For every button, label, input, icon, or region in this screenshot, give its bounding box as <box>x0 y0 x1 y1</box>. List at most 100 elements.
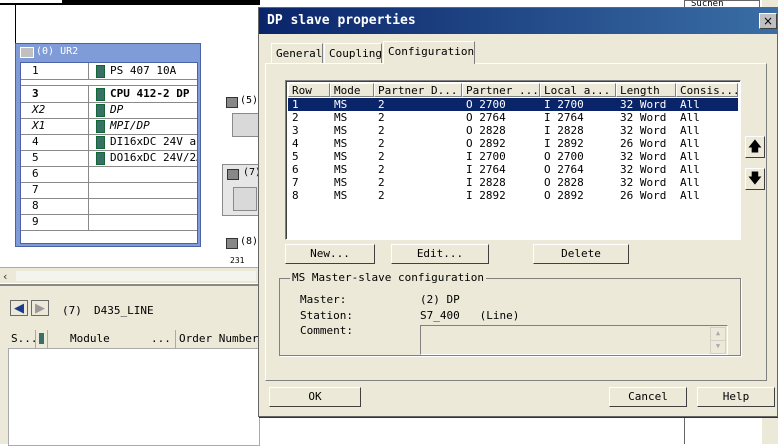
table-row[interactable]: 2 MS 2 O 2764 I 2764 32 Word All <box>288 111 738 124</box>
station-sublabel: 231 <box>230 256 245 265</box>
arrow-left-icon[interactable]: ◀ <box>10 300 28 316</box>
column-length[interactable]: Length <box>616 83 676 97</box>
rack-title: (0) UR2 <box>16 44 200 60</box>
cell-partner-addr: O 2828 <box>466 124 506 137</box>
column-order-number[interactable]: Order Number <box>176 330 260 348</box>
spin-up-icon[interactable]: ▲ <box>710 327 726 341</box>
detail-list[interactable] <box>8 348 260 446</box>
cell-local-addr: I 2828 <box>544 124 584 137</box>
cancel-button[interactable]: Cancel <box>609 387 687 407</box>
comment-field[interactable]: ▲ ▼ <box>420 325 728 355</box>
module-label: DO16xDC 24V/2A <box>110 151 197 164</box>
cell-consistency: All <box>680 163 700 176</box>
cell-local-addr: O 2700 <box>544 150 584 163</box>
edit-button[interactable]: Edit... <box>391 244 489 264</box>
help-button-label: Help <box>722 390 750 403</box>
detail-nav-bar: ◀ ▶ (7) D435_LINE <box>0 296 260 320</box>
slot-number: 7 <box>21 182 89 198</box>
station-device <box>233 187 257 211</box>
cell-length: 32 Word <box>620 124 667 137</box>
ok-button[interactable]: OK <box>269 387 361 407</box>
cell-length: 32 Word <box>620 98 667 111</box>
rack-slot-row[interactable]: 4 DI16xDC 24V al <box>21 134 197 151</box>
configuration-table[interactable]: Row Mode Partner D... Partner ... Local … <box>285 80 741 240</box>
column-partner-dp[interactable]: Partner D... <box>374 83 462 97</box>
module-name: PS 407 10A <box>90 63 197 79</box>
column-local-addr[interactable]: Local a... <box>540 83 616 97</box>
cell-mode: MS <box>334 150 348 163</box>
arrow-up-icon[interactable]: 🡅 <box>745 136 765 158</box>
column-partner-addr[interactable]: Partner ... <box>462 83 540 97</box>
spin-down-icon[interactable]: ▼ <box>710 340 726 354</box>
station-icon <box>227 169 239 180</box>
station-7[interactable]: (7) <box>222 164 261 216</box>
rack-slot-row[interactable]: 1 PS 407 10A <box>21 63 197 80</box>
table-row[interactable]: 7 MS 2 I 2828 O 2828 32 Word All <box>288 176 738 189</box>
column-slot[interactable]: S... <box>8 330 38 348</box>
cell-partner-addr: O 2700 <box>466 98 506 111</box>
rack-slot-row[interactable]: 5 DO16xDC 24V/2A <box>21 150 197 167</box>
scroll-track[interactable] <box>16 271 256 281</box>
help-button[interactable]: Help <box>697 387 775 407</box>
station-name: D435_LINE <box>94 304 154 317</box>
tab-general[interactable]: General <box>271 43 323 63</box>
table-row[interactable]: 8 MS 2 I 2892 O 2892 26 Word All <box>288 189 738 202</box>
dialog-titlebar[interactable]: DP slave properties <box>259 8 777 34</box>
delete-button-label: Delete <box>561 247 601 260</box>
cell-length: 32 Word <box>620 111 667 124</box>
rack-slot-row[interactable]: X2 DP <box>21 102 197 119</box>
new-button[interactable]: New... <box>285 244 375 264</box>
table-row[interactable]: 4 MS 2 O 2892 I 2892 26 Word All <box>288 137 738 150</box>
column-module[interactable]: Module <box>48 330 156 348</box>
edit-button-label: Edit... <box>416 247 464 260</box>
cell-local-addr: O 2828 <box>544 176 584 189</box>
cell-partner-addr: I 2700 <box>466 150 506 163</box>
slot-number: 1 <box>21 63 89 79</box>
rack-slot-row[interactable]: 7 <box>21 182 197 199</box>
column-consistency[interactable]: Consis... <box>676 83 738 97</box>
scroll-left-icon[interactable]: ‹ <box>2 270 9 283</box>
cell-length: 26 Word <box>620 189 667 202</box>
rack-slot-row[interactable]: 9 <box>21 214 197 231</box>
delete-button[interactable]: Delete <box>533 244 629 264</box>
station-label: (8) <box>240 236 259 247</box>
rack-slot-row[interactable]: X1 MPI/DP <box>21 118 197 135</box>
module-icon <box>96 88 105 101</box>
close-button[interactable]: × <box>759 13 777 29</box>
station-5[interactable]: (5) <box>222 95 262 137</box>
module-label: CPU 412-2 DP <box>110 87 190 100</box>
cell-partner-dp: 2 <box>378 124 385 137</box>
module-icon <box>96 120 105 133</box>
table-row[interactable]: 6 MS 2 I 2764 O 2764 32 Word All <box>288 163 738 176</box>
arrow-right-icon[interactable]: ▶ <box>31 300 49 316</box>
table-row[interactable]: 1 MS 2 O 2700 I 2700 32 Word All <box>288 98 738 111</box>
station-icon <box>226 238 238 249</box>
cell-local-addr: I 2892 <box>544 137 584 150</box>
cell-length: 32 Word <box>620 163 667 176</box>
table-row[interactable]: 3 MS 2 O 2828 I 2828 32 Word All <box>288 124 738 137</box>
cell-partner-dp: 2 <box>378 163 385 176</box>
module-name <box>90 182 197 198</box>
cell-consistency: All <box>680 150 700 163</box>
slot-number: X1 <box>21 118 89 134</box>
arrow-down-icon[interactable]: 🡇 <box>745 168 765 190</box>
tab-coupling[interactable]: Coupling <box>324 43 382 63</box>
rack-slot-row[interactable]: 8 <box>21 198 197 215</box>
detail-column-header: S... Module ... Order Number <box>8 330 260 348</box>
tab-configuration[interactable]: Configuration <box>383 41 475 64</box>
column-row[interactable]: Row <box>288 83 330 97</box>
rack-slot-row[interactable]: 3 CPU 412-2 DP <box>21 86 197 103</box>
rack-slot-row[interactable]: 6 <box>21 166 197 183</box>
column-mode[interactable]: Mode <box>330 83 374 97</box>
column-more[interactable]: ... <box>148 330 176 348</box>
horizontal-scrollbar[interactable]: ‹ <box>0 267 260 283</box>
slot-number: 3 <box>21 86 89 102</box>
rack-slot-table: 1 PS 407 10A 3 CPU 412-2 DP X2 DP X1 MPI/DP 4 DI1… <box>20 62 198 244</box>
module-name <box>90 166 197 182</box>
group-title: MS Master-slave configuration <box>290 271 487 284</box>
table-row[interactable]: 5 MS 2 I 2700 O 2700 32 Word All <box>288 150 738 163</box>
rack-ur2[interactable]: (0) UR2 1 PS 407 10A 3 CPU 412-2 DP X2 DP X1 MP… <box>15 43 201 247</box>
slot-number: 8 <box>21 198 89 214</box>
cell-local-addr: O 2764 <box>544 163 584 176</box>
cell-partner-addr: O 2764 <box>466 111 506 124</box>
